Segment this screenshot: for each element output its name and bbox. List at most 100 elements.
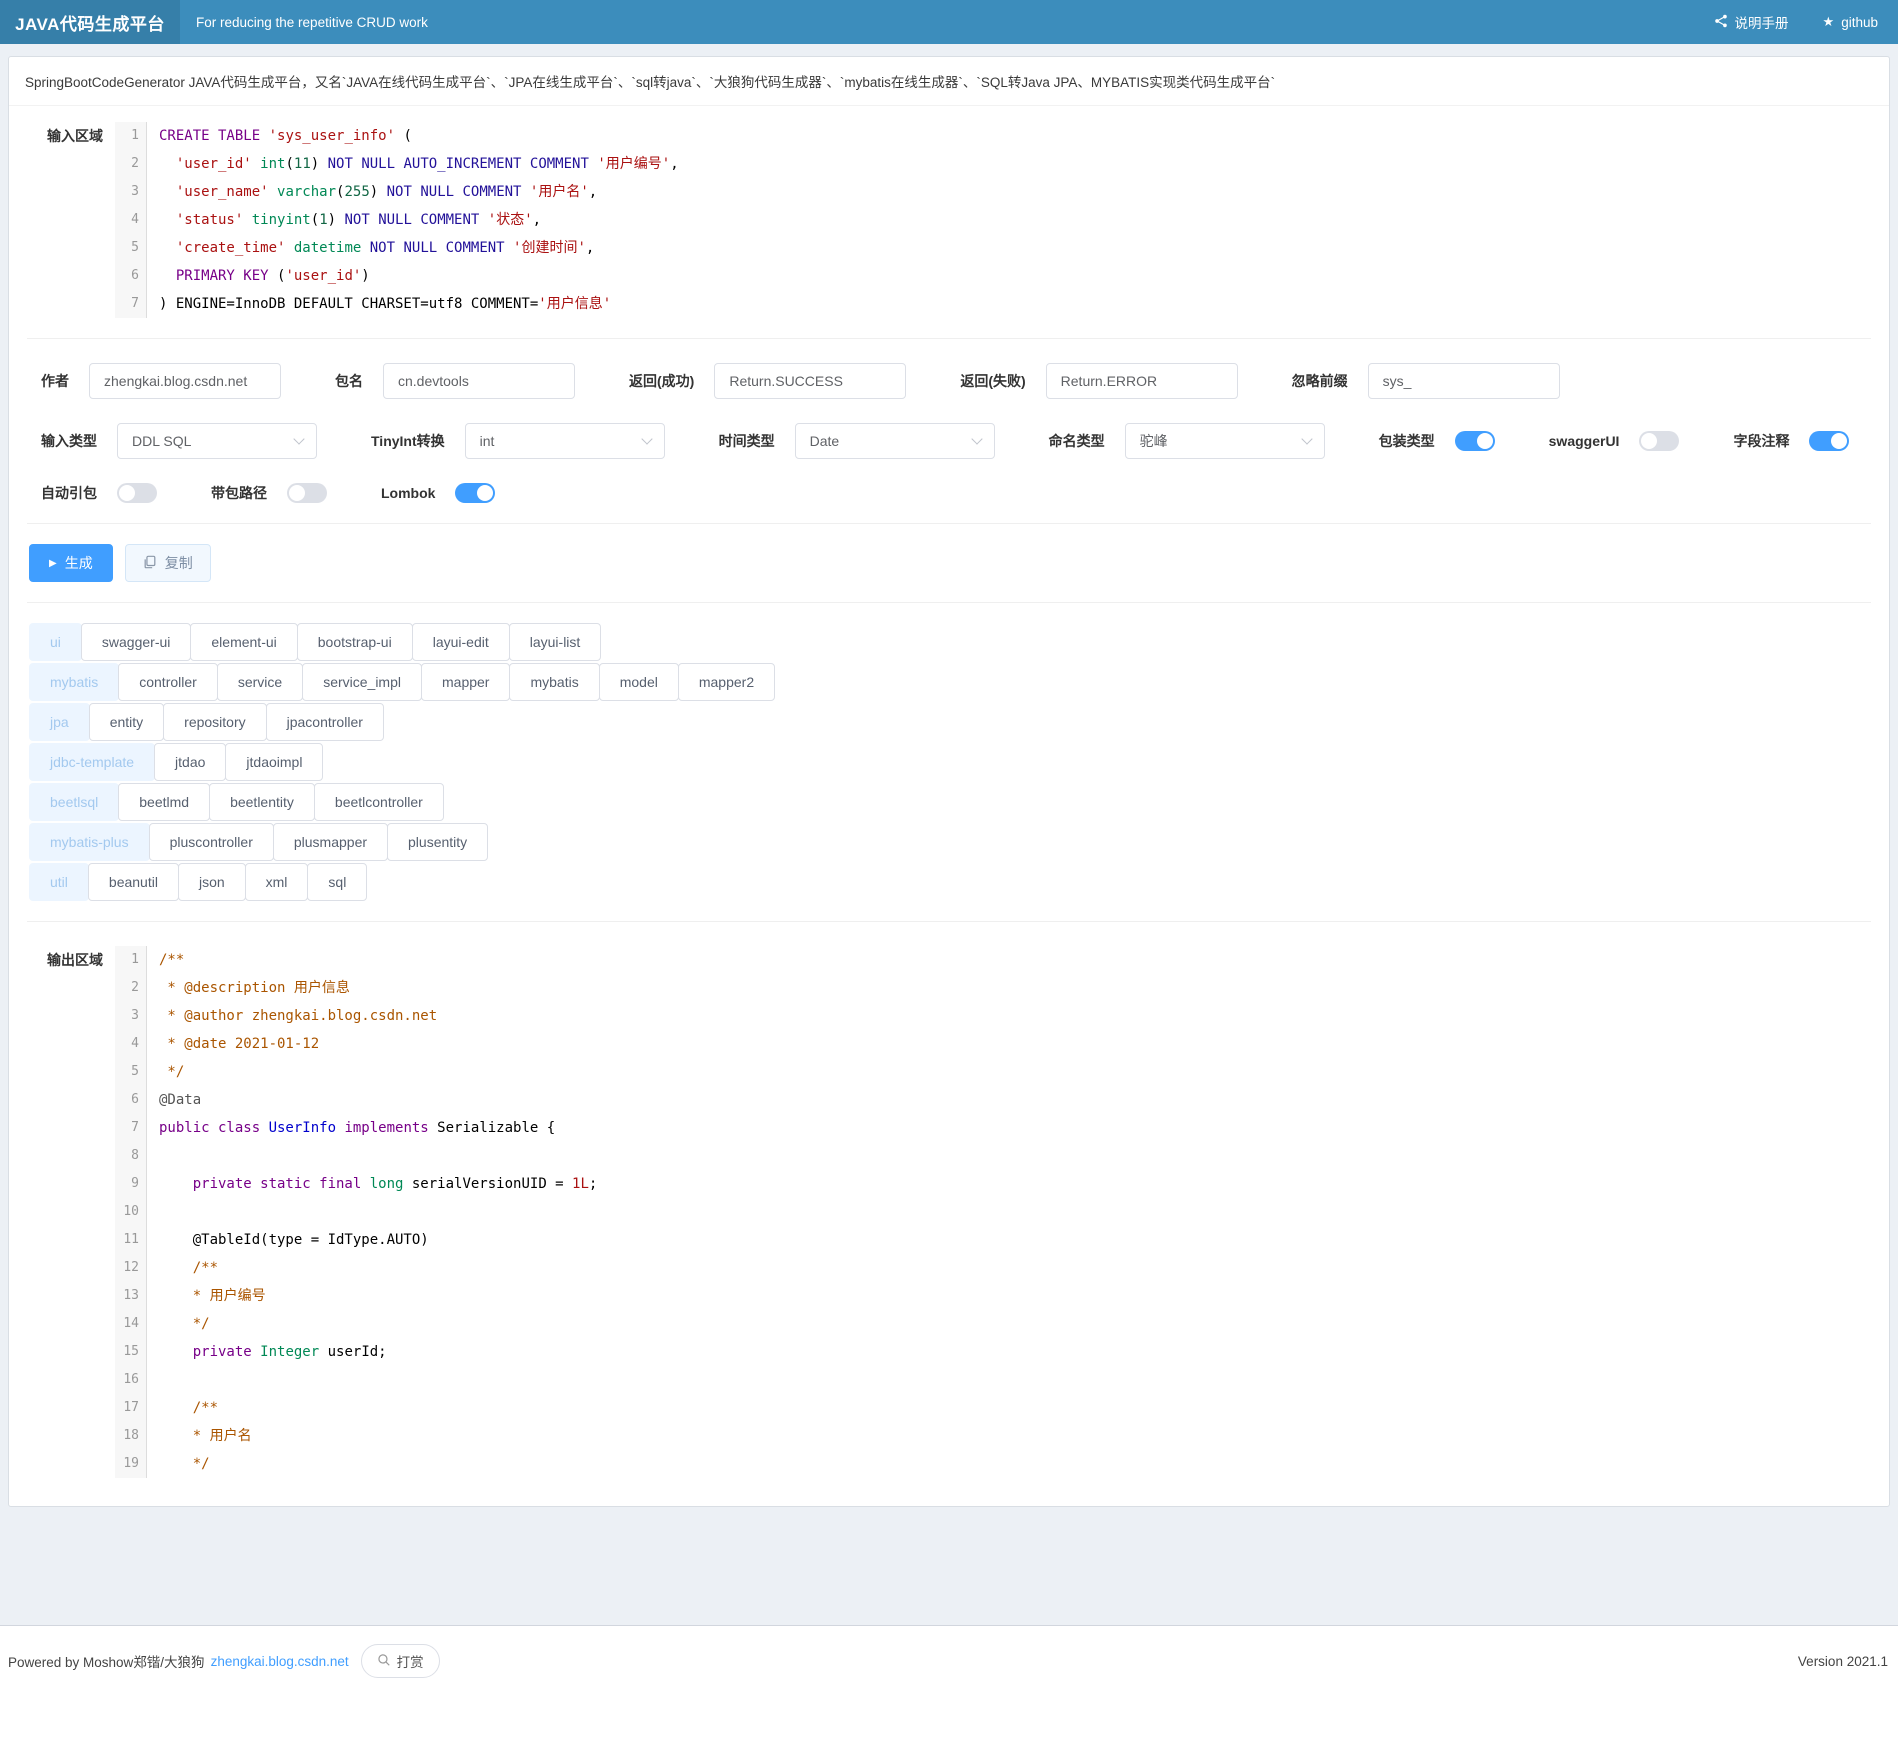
naming-type-field: 命名类型 驼峰 xyxy=(1049,423,1325,459)
auto-import-switch[interactable] xyxy=(117,483,157,503)
manual-link[interactable]: 说明手册 xyxy=(1714,12,1789,32)
tab-service[interactable]: service xyxy=(217,663,303,701)
tab-json[interactable]: json xyxy=(178,863,246,901)
tab-sql[interactable]: sql xyxy=(307,863,367,901)
tab-beetlentity[interactable]: beetlentity xyxy=(209,783,315,821)
return-success-input[interactable] xyxy=(714,363,906,399)
input-area: 输入区域 1CREATE TABLE 'sys_user_info' (2 'u… xyxy=(27,118,1871,318)
tab-swagger-ui[interactable]: swagger-ui xyxy=(81,623,191,661)
code-line: 1/** xyxy=(115,946,1871,974)
package-field: 包名 xyxy=(335,363,575,399)
return-error-input[interactable] xyxy=(1046,363,1238,399)
tab-layui-edit[interactable]: layui-edit xyxy=(412,623,510,661)
donate-button[interactable]: 打赏 xyxy=(361,1644,440,1678)
line-number: 5 xyxy=(115,234,147,262)
code-line: 1CREATE TABLE 'sys_user_info' ( xyxy=(115,122,1871,150)
naming-type-select[interactable]: 驼峰 xyxy=(1125,423,1325,459)
tab-beetlmd[interactable]: beetlmd xyxy=(118,783,210,821)
tab-controller[interactable]: controller xyxy=(118,663,218,701)
app-tagline: For reducing the repetitive CRUD work xyxy=(196,15,428,30)
divider xyxy=(27,602,1871,603)
tab-category-mybatis-plus[interactable]: mybatis-plus xyxy=(29,823,150,861)
lombok-label: Lombok xyxy=(381,485,435,501)
swagger-ui-switch[interactable] xyxy=(1639,431,1679,451)
app-header: JAVA代码生成平台 For reducing the repetitive C… xyxy=(0,0,1898,44)
tab-jtdaoimpl[interactable]: jtdaoimpl xyxy=(225,743,323,781)
tab-beanutil[interactable]: beanutil xyxy=(88,863,179,901)
code-line: 14 */ xyxy=(115,1310,1871,1338)
github-link[interactable]: ★ github xyxy=(1823,14,1878,30)
tab-mapper[interactable]: mapper xyxy=(421,663,510,701)
code-line: 9 private static final long serialVersio… xyxy=(115,1170,1871,1198)
app-logo[interactable]: JAVA代码生成平台 xyxy=(0,0,180,44)
line-number: 14 xyxy=(115,1310,147,1338)
tab-category-beetlsql[interactable]: beetlsql xyxy=(29,783,119,821)
author-input[interactable] xyxy=(89,363,281,399)
tab-row-ui: uiswagger-uielement-uibootstrap-uilayui-… xyxy=(29,623,1871,661)
tab-pluscontroller[interactable]: pluscontroller xyxy=(149,823,274,861)
divider xyxy=(27,338,1871,339)
java-output-editor[interactable]: 1/**2 * @description 用户信息3 * @author zhe… xyxy=(115,942,1871,1478)
tab-service_impl[interactable]: service_impl xyxy=(302,663,422,701)
chevron-down-icon xyxy=(641,433,652,444)
tab-beetlcontroller[interactable]: beetlcontroller xyxy=(314,783,444,821)
tab-category-util[interactable]: util xyxy=(29,863,89,901)
chevron-down-icon xyxy=(971,433,982,444)
tab-category-mybatis[interactable]: mybatis xyxy=(29,663,119,701)
line-number: 19 xyxy=(115,1450,147,1478)
code-line: 5 'create_time' datetime NOT NULL COMMEN… xyxy=(115,234,1871,262)
share-icon xyxy=(1714,14,1728,31)
tab-repository[interactable]: repository xyxy=(163,703,266,741)
tab-jtdao[interactable]: jtdao xyxy=(154,743,226,781)
line-number: 17 xyxy=(115,1394,147,1422)
package-path-switch[interactable] xyxy=(287,483,327,503)
copy-button[interactable]: 复制 xyxy=(125,544,211,582)
code-line: 7public class UserInfo implements Serial… xyxy=(115,1114,1871,1142)
input-area-label: 输入区域 xyxy=(27,118,115,146)
tab-plusmapper[interactable]: plusmapper xyxy=(273,823,388,861)
tab-plusentity[interactable]: plusentity xyxy=(387,823,488,861)
tab-bootstrap-ui[interactable]: bootstrap-ui xyxy=(297,623,413,661)
tab-category-jpa[interactable]: jpa xyxy=(29,703,90,741)
package-input[interactable] xyxy=(383,363,575,399)
wrapper-type-switch[interactable] xyxy=(1455,431,1495,451)
tab-jpacontroller[interactable]: jpacontroller xyxy=(266,703,384,741)
donate-button-label: 打赏 xyxy=(397,1651,424,1671)
blog-link[interactable]: zhengkai.blog.csdn.net xyxy=(211,1654,349,1669)
line-number: 3 xyxy=(115,178,147,206)
tab-element-ui[interactable]: element-ui xyxy=(190,623,297,661)
sql-input-editor[interactable]: 1CREATE TABLE 'sys_user_info' (2 'user_i… xyxy=(115,118,1871,318)
ignore-prefix-input[interactable] xyxy=(1368,363,1560,399)
panel-body: 输入区域 1CREATE TABLE 'sys_user_info' (2 'u… xyxy=(9,106,1889,1506)
tab-layui-list[interactable]: layui-list xyxy=(509,623,602,661)
field-comment-label: 字段注释 xyxy=(1733,431,1789,451)
field-comment-switch[interactable] xyxy=(1809,431,1849,451)
line-number: 8 xyxy=(115,1142,147,1170)
code-line: 8 xyxy=(115,1142,1871,1170)
tab-entity[interactable]: entity xyxy=(89,703,164,741)
lombok-switch[interactable] xyxy=(455,483,495,503)
github-link-label: github xyxy=(1841,15,1878,30)
chevron-down-icon xyxy=(1301,433,1312,444)
time-type-select[interactable]: Date xyxy=(795,423,995,459)
code-line: 15 private Integer userId; xyxy=(115,1338,1871,1366)
tab-row-mybatis: mybatiscontrollerserviceservice_implmapp… xyxy=(29,663,1871,701)
code-line: 2 'user_id' int(11) NOT NULL AUTO_INCREM… xyxy=(115,150,1871,178)
tab-model[interactable]: model xyxy=(599,663,679,701)
wrapper-type-label: 包装类型 xyxy=(1379,431,1435,451)
generate-button[interactable]: ▶ 生成 xyxy=(29,544,113,582)
version-text: Version 2021.1 xyxy=(1798,1654,1888,1669)
naming-type-label: 命名类型 xyxy=(1049,431,1105,451)
line-number: 11 xyxy=(115,1226,147,1254)
tab-mybatis[interactable]: mybatis xyxy=(509,663,599,701)
powered-by: Powered by Moshow郑锴/大狼狗 zhengkai.blog.cs… xyxy=(8,1644,440,1678)
tab-category-ui[interactable]: ui xyxy=(29,623,82,661)
main-panel: SpringBootCodeGenerator JAVA代码生成平台，又名`JA… xyxy=(8,56,1890,1507)
tab-xml[interactable]: xml xyxy=(245,863,309,901)
tab-category-jdbc-template[interactable]: jdbc-template xyxy=(29,743,155,781)
lombok-group: Lombok xyxy=(381,483,495,503)
tinyint-convert-select[interactable]: int xyxy=(465,423,665,459)
code-line: 2 * @description 用户信息 xyxy=(115,974,1871,1002)
input-type-select[interactable]: DDL SQL xyxy=(117,423,317,459)
tab-mapper2[interactable]: mapper2 xyxy=(678,663,775,701)
